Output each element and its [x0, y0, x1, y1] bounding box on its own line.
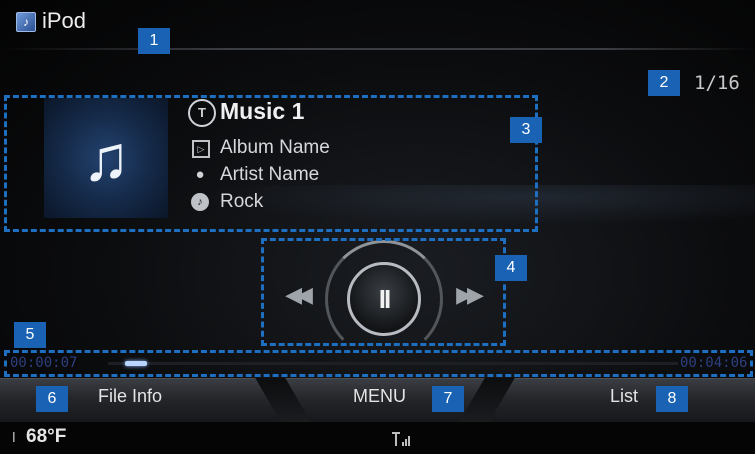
menu-button[interactable]: MENU: [353, 386, 406, 407]
signal-strength-icon: [390, 430, 412, 446]
now-playing-callout-box: [4, 95, 538, 232]
callout-badge-4: 4: [495, 255, 527, 281]
page-title: iPod: [42, 8, 87, 33]
progress-callout-box: [4, 350, 753, 377]
music-note-icon: ♪: [16, 12, 36, 32]
callout-badge-7: 7: [432, 386, 464, 412]
signal-bar: [405, 439, 407, 446]
callout-badge-5: 5: [14, 322, 46, 348]
track-counter: 1/16: [694, 72, 740, 94]
callout-badge-8: 8: [656, 386, 688, 412]
file-info-button[interactable]: File Info: [98, 386, 162, 407]
callout-badge-2: 2: [648, 70, 680, 96]
callout-badge-3: 3: [510, 117, 542, 143]
controls-callout-box: [261, 238, 506, 346]
antenna-mast: [395, 434, 397, 446]
signal-bar: [408, 436, 410, 446]
list-button[interactable]: List: [610, 386, 638, 407]
ipod-screen: ♪ iPod 1/16 ♫ T Music 1 ▷ Album Name ● A…: [0, 0, 755, 454]
signal-bar: [402, 442, 404, 446]
callout-badge-6: 6: [36, 386, 68, 412]
header-divider: [0, 48, 755, 50]
status-bar: [0, 422, 755, 454]
thermometer-icon: ǀ: [12, 429, 16, 445]
temperature: 68°F: [26, 426, 67, 447]
header: ♪ iPod: [0, 0, 755, 50]
callout-badge-1: 1: [138, 28, 170, 54]
